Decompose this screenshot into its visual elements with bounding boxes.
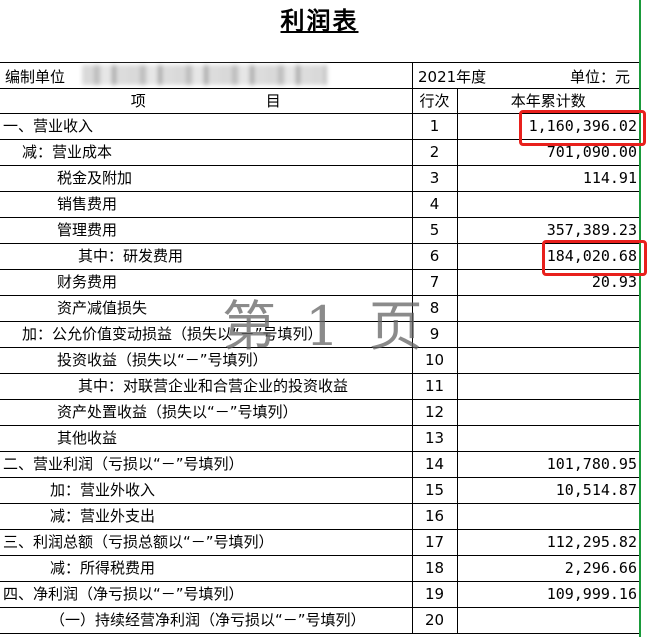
- row-no-cell[interactable]: 6: [411, 243, 458, 270]
- item-cell[interactable]: 资产处置收益（损失以“－”号填列）: [0, 399, 413, 426]
- row-no-cell[interactable]: 14: [411, 451, 458, 478]
- row-no-cell[interactable]: 17: [411, 529, 458, 556]
- amount-cell[interactable]: [456, 191, 639, 218]
- item-cell[interactable]: 其他收益: [0, 425, 413, 452]
- item-cell[interactable]: 一、营业收入: [0, 113, 413, 140]
- table-row[interactable]: 投资收益（损失以“－”号填列） 10: [0, 347, 639, 374]
- row-no-cell[interactable]: 20: [411, 607, 458, 634]
- page-title: 利润表: [280, 5, 359, 35]
- item-cell[interactable]: （一）持续经营净利润（净亏损以“－”号填列）: [0, 607, 413, 634]
- amount-cell[interactable]: [456, 295, 639, 322]
- amount-cell[interactable]: 112,295.82: [456, 529, 639, 556]
- row-no-cell[interactable]: 8: [411, 295, 458, 322]
- item-cell[interactable]: 减：营业外支出: [0, 503, 413, 530]
- reporting-period: 2021年度: [418, 68, 487, 86]
- sheet-edge-line: [639, 0, 641, 637]
- header-item-b: 目: [265, 92, 281, 110]
- row-no-cell[interactable]: 16: [411, 503, 458, 530]
- amount-cell[interactable]: 114.91: [456, 165, 639, 192]
- table-row[interactable]: 二、营业利润（亏损以“－”号填列） 14 101,780.95: [0, 451, 639, 478]
- table-row[interactable]: 其他收益 13: [0, 425, 639, 452]
- amount-cell[interactable]: [456, 321, 639, 348]
- amount-cell[interactable]: 101,780.95: [456, 451, 639, 478]
- table-row[interactable]: 加：公允价值变动损益（损失以“－”号填列） 9: [0, 321, 639, 348]
- row-no-cell[interactable]: 9: [411, 321, 458, 348]
- amount-cell[interactable]: 2,296.66: [456, 555, 639, 582]
- amount-cell[interactable]: [456, 607, 639, 634]
- item-cell[interactable]: 其中：对联营企业和合营企业的投资收益: [0, 373, 413, 400]
- row-no-cell[interactable]: 2: [411, 139, 458, 166]
- row-no-cell[interactable]: 3: [411, 165, 458, 192]
- table-row[interactable]: 减：营业外支出 16: [0, 503, 639, 530]
- table-row[interactable]: 资产减值损失 8: [0, 295, 639, 322]
- amount-cell[interactable]: [456, 373, 639, 400]
- table-row[interactable]: （一）持续经营净利润（净亏损以“－”号填列） 20: [0, 607, 639, 634]
- row-no-cell[interactable]: 10: [411, 347, 458, 374]
- item-cell[interactable]: 三、利润总额（亏损总额以“－”号填列）: [0, 529, 413, 556]
- reporting-entity-label: 编制单位: [5, 68, 66, 86]
- info-row: 编制单位 2021年度 单位：元: [0, 62, 639, 89]
- row-no-cell[interactable]: 4: [411, 191, 458, 218]
- amount-cell[interactable]: 109,999.16: [456, 581, 639, 608]
- row-no-cell[interactable]: 19: [411, 581, 458, 608]
- table-row[interactable]: 销售费用 4: [0, 191, 639, 218]
- table-row[interactable]: 四、净利润（净亏损以“－”号填列） 19 109,999.16: [0, 581, 639, 608]
- header-item-a: 项: [130, 92, 146, 110]
- table-row[interactable]: 税金及附加 3 114.91: [0, 165, 639, 192]
- item-cell[interactable]: 加：公允价值变动损益（损失以“－”号填列）: [0, 321, 413, 348]
- item-cell[interactable]: 减：营业成本: [0, 139, 413, 166]
- item-cell[interactable]: 投资收益（损失以“－”号填列）: [0, 347, 413, 374]
- item-cell[interactable]: 税金及附加: [0, 165, 413, 192]
- item-cell[interactable]: 销售费用: [0, 191, 413, 218]
- amount-cell[interactable]: [456, 503, 639, 530]
- table-row[interactable]: 减：所得税费用 18 2,296.66: [0, 555, 639, 582]
- row-no-cell[interactable]: 5: [411, 217, 458, 244]
- header-item: 项目: [0, 88, 413, 114]
- table-row[interactable]: 三、利润总额（亏损总额以“－”号填列） 17 112,295.82: [0, 529, 639, 556]
- amount-cell[interactable]: [456, 347, 639, 374]
- table-row[interactable]: 资产处置收益（损失以“－”号填列） 12: [0, 399, 639, 426]
- item-cell[interactable]: 财务费用: [0, 269, 413, 296]
- blank-row: [0, 36, 639, 63]
- row-no-cell[interactable]: 11: [411, 373, 458, 400]
- item-cell[interactable]: 二、营业利润（亏损以“－”号填列）: [0, 451, 413, 478]
- item-cell[interactable]: 加：营业外收入: [0, 477, 413, 504]
- row-no-cell[interactable]: 18: [411, 555, 458, 582]
- item-cell[interactable]: 减：所得税费用: [0, 555, 413, 582]
- info-divider: [412, 62, 413, 88]
- table-row[interactable]: 加：营业外收入 15 10,514.87: [0, 477, 639, 504]
- amount-cell[interactable]: [456, 399, 639, 426]
- currency-unit: 单位：元: [570, 68, 631, 86]
- row-no-cell[interactable]: 13: [411, 425, 458, 452]
- item-cell[interactable]: 四、净利润（净亏损以“－”号填列）: [0, 581, 413, 608]
- table-row[interactable]: 其中：对联营企业和合营企业的投资收益 11: [0, 373, 639, 400]
- item-cell[interactable]: 资产减值损失: [0, 295, 413, 322]
- row-no-cell[interactable]: 15: [411, 477, 458, 504]
- row-no-cell[interactable]: 1: [411, 113, 458, 140]
- row-no-cell[interactable]: 12: [411, 399, 458, 426]
- item-cell[interactable]: 其中：研发费用: [0, 243, 413, 270]
- amount-cell[interactable]: 10,514.87: [456, 477, 639, 504]
- title-row: 利润表: [0, 0, 639, 36]
- revenue-highlight-box: [519, 110, 646, 146]
- redacted-entity-name: [82, 65, 327, 85]
- rd-expense-highlight-box: [542, 240, 647, 276]
- amount-cell[interactable]: [456, 425, 639, 452]
- item-cell[interactable]: 管理费用: [0, 217, 413, 244]
- row-no-cell[interactable]: 7: [411, 269, 458, 296]
- header-row-no: 行次: [411, 88, 458, 114]
- income-statement-table: 项目 行次 本年累计数 一、营业收入 1 1,160,396.02 减：营业成本 2 7…: [0, 88, 639, 634]
- income-statement-sheet: 利润表 编制单位 2021年度 单位：元 项目 行次 本年累计数 一、营业收入 1…: [0, 0, 651, 637]
